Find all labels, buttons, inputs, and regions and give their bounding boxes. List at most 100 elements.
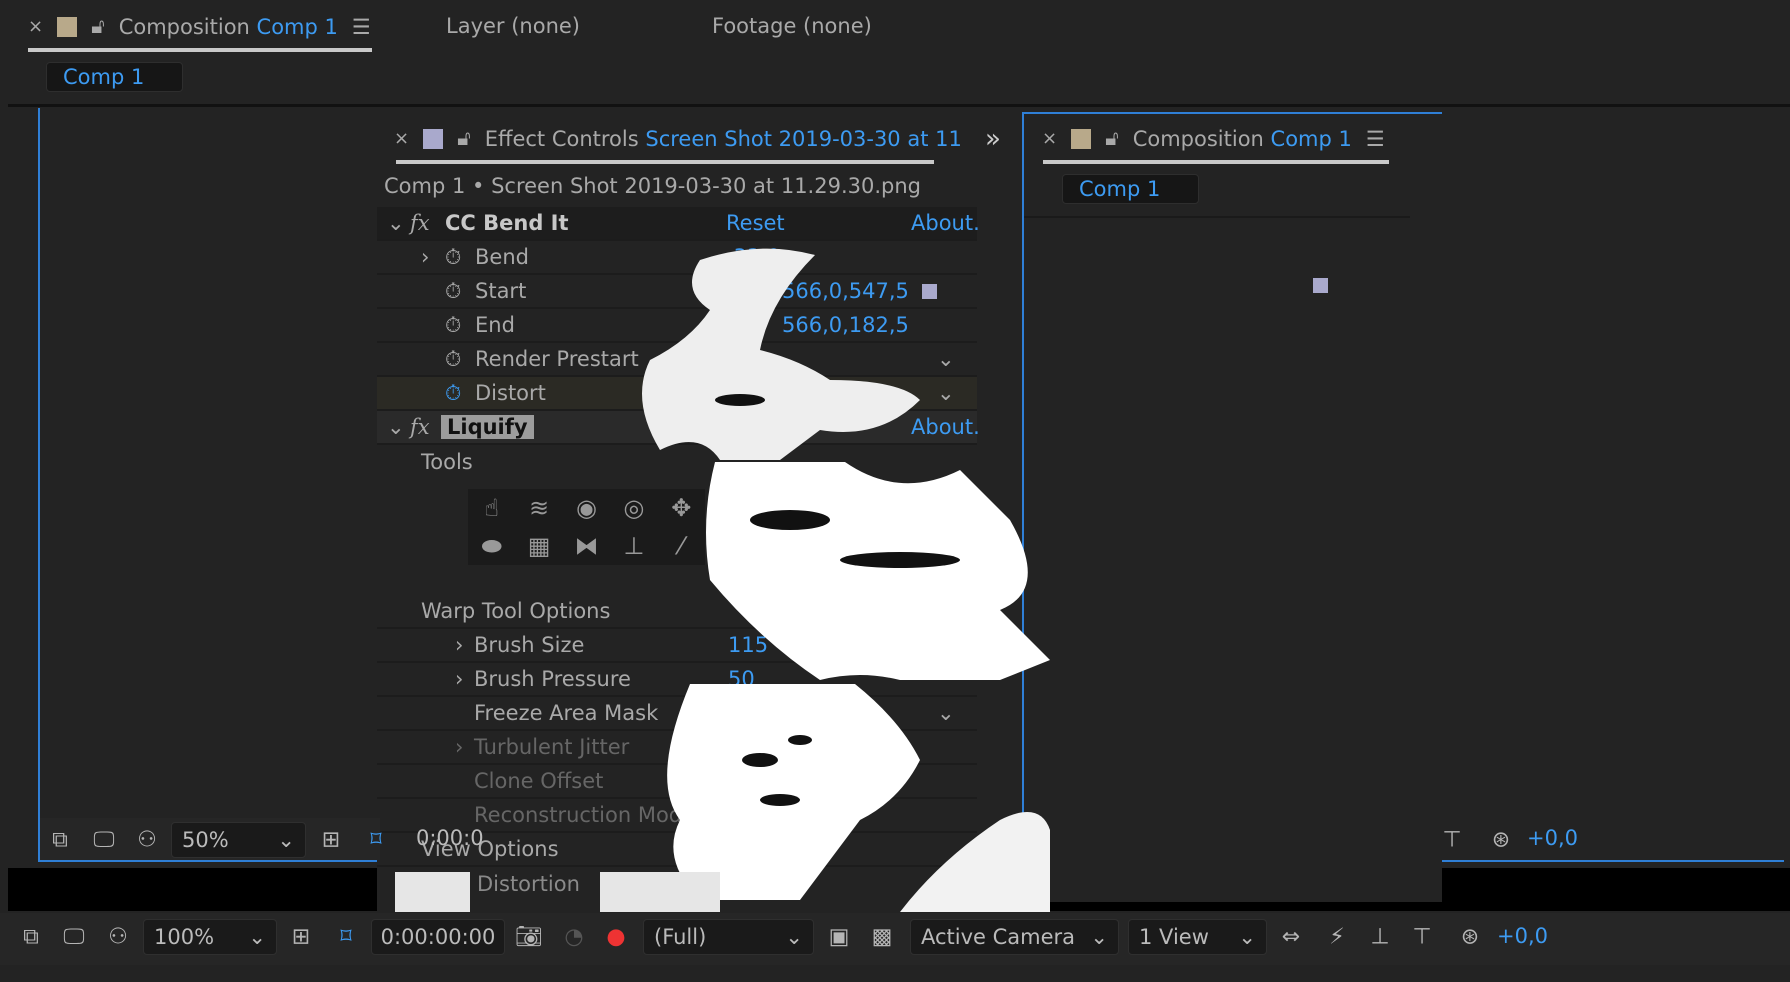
- chevron-down-icon[interactable]: ⌄: [937, 701, 955, 725]
- divider: [8, 104, 1790, 107]
- comp-button[interactable]: Comp 1: [46, 62, 183, 92]
- reset-link[interactable]: Reset: [726, 211, 785, 235]
- stopwatch-icon[interactable]: ⏱: [445, 313, 461, 338]
- chevron-right-icon[interactable]: ›: [421, 245, 429, 269]
- clone-tool-icon[interactable]: ⊥: [623, 532, 644, 560]
- mask-visibility-icon[interactable]: ⚇: [108, 925, 128, 950]
- stopwatch-icon[interactable]: ⏱: [445, 347, 461, 372]
- property-brush-size[interactable]: › Brush Size 115: [377, 629, 977, 663]
- panel-overflow-icon[interactable]: »: [985, 124, 1001, 154]
- property-bend[interactable]: › ⏱ Bend -33.0: [377, 241, 977, 275]
- always-preview-icon[interactable]: ⧉: [23, 925, 39, 950]
- exposure-value[interactable]: +0,0: [1497, 924, 1548, 948]
- property-turbulent-jitter[interactable]: › Turbulent Jitter: [377, 731, 977, 765]
- group-distortion[interactable]: Distortion: [377, 867, 977, 901]
- stopwatch-icon[interactable]: ⏱: [445, 381, 461, 406]
- fx-icon[interactable]: fx: [410, 211, 430, 235]
- twirl-counterclockwise-icon[interactable]: ◎: [623, 494, 644, 522]
- property-start[interactable]: ⏱ Start 566,0,547,5: [377, 275, 977, 309]
- timeline-icon[interactable]: ⊥: [1370, 925, 1389, 950]
- zoom-dropdown[interactable]: 50% ⌄: [171, 822, 306, 858]
- stopwatch-icon[interactable]: ⏱: [445, 245, 461, 270]
- chevron-down-icon[interactable]: ⌄: [387, 211, 405, 235]
- effect-cc-bend-it[interactable]: ⌄ fx CC Bend It Reset About.: [377, 207, 980, 241]
- chevron-down-icon[interactable]: ⌄: [937, 381, 955, 405]
- flowchart-icon[interactable]: ⊤: [1412, 925, 1431, 950]
- fast-preview-icon[interactable]: ▣: [829, 925, 850, 950]
- property-brush-pressure[interactable]: › Brush Pressure 50: [377, 663, 977, 697]
- layer-name: Screen Shot 2019-03-30 at 11: [645, 126, 962, 151]
- grid-guides-icon[interactable]: ⊞: [292, 925, 310, 950]
- about-link[interactable]: About.: [911, 211, 980, 235]
- warp-tool-icon[interactable]: ☝: [484, 494, 499, 522]
- chevron-down-icon: ⌄: [277, 828, 295, 852]
- property-end[interactable]: ⏱ End 566,0,182,5: [377, 309, 977, 343]
- channel-rgb-icon[interactable]: ●: [606, 925, 625, 950]
- timecode[interactable]: 0:00:00:00: [371, 919, 505, 955]
- menu-icon[interactable]: ☰: [1366, 127, 1385, 151]
- snapshot-camera-icon[interactable]: 📷︎: [515, 925, 543, 950]
- chevron-down-icon[interactable]: ⌄: [387, 415, 405, 439]
- reflection-tool-icon[interactable]: ⧓: [574, 532, 598, 560]
- turbulence-tool-icon[interactable]: ≋: [529, 494, 549, 522]
- exposure-icon[interactable]: ⊛: [1492, 828, 1510, 853]
- property-render-prestart[interactable]: ⏱ Render Prestart ⌄: [377, 343, 977, 377]
- chevron-right-icon[interactable]: ›: [455, 633, 463, 657]
- lock-icon[interactable]: 🔓︎: [91, 14, 105, 39]
- exposure-value[interactable]: +0,0: [1527, 826, 1578, 850]
- property-freeze-area-mask[interactable]: Freeze Area Mask ⌄: [377, 697, 977, 731]
- zoom-dropdown[interactable]: 100% ⌄: [143, 919, 277, 955]
- tab-composition-right[interactable]: × 🔓︎ Composition Comp 1 ☰: [1042, 126, 1385, 151]
- shift-pixels-icon[interactable]: ▦: [528, 532, 551, 560]
- monitor-icon[interactable]: 🖵︎: [63, 925, 84, 950]
- comp-button[interactable]: Comp 1: [1062, 174, 1199, 204]
- group-warp-tool-options[interactable]: Warp Tool Options: [377, 595, 977, 629]
- chevron-right-icon[interactable]: ›: [455, 735, 463, 759]
- pucker-tool-icon[interactable]: ✥: [671, 494, 691, 522]
- close-icon[interactable]: ×: [1042, 128, 1057, 149]
- transparency-grid-icon[interactable]: ▩: [872, 925, 893, 950]
- point-marker: [1313, 278, 1328, 293]
- chevron-right-icon[interactable]: ›: [455, 667, 463, 691]
- region-of-interest-icon[interactable]: ⌑: [370, 828, 381, 853]
- about-link[interactable]: About.: [911, 415, 980, 439]
- chevron-down-icon: ⌄: [1090, 925, 1108, 949]
- menu-icon[interactable]: ☰: [352, 15, 371, 39]
- region-of-interest-icon[interactable]: ⌑: [340, 925, 351, 950]
- flowchart-icon[interactable]: ⊤: [1442, 828, 1461, 853]
- camera-dropdown[interactable]: Active Camera ⌄: [910, 919, 1119, 955]
- active-tab-underline: [396, 160, 934, 164]
- resolution-dropdown[interactable]: (Full) ⌄: [643, 919, 814, 955]
- twirl-clockwise-icon[interactable]: ◉: [576, 494, 597, 522]
- property-clone-offset[interactable]: Clone Offset: [377, 765, 977, 799]
- property-distort[interactable]: ⏱ Distort ed ⌄: [377, 377, 977, 411]
- view-layout-dropdown[interactable]: 1 View ⌄: [1128, 919, 1267, 955]
- close-icon[interactable]: ×: [28, 16, 43, 37]
- effect-liquify[interactable]: ⌄ fx Liquify About.: [377, 411, 980, 445]
- fast-draft-icon[interactable]: ⚡: [1329, 925, 1344, 950]
- mask-visibility-icon[interactable]: ⚇: [137, 828, 157, 853]
- tab-layer[interactable]: Layer (none): [446, 14, 580, 38]
- monitor-icon[interactable]: 🖵︎: [93, 828, 114, 853]
- reconstruction-tool-icon[interactable]: ⁄: [679, 532, 683, 560]
- chevron-down-icon[interactable]: ⌄: [937, 347, 955, 371]
- timecode[interactable]: 0:00:0: [416, 826, 484, 850]
- toggle-pixel-aspect-icon[interactable]: ⇔: [1282, 925, 1300, 950]
- divider: [1024, 216, 1410, 218]
- fx-icon[interactable]: fx: [410, 415, 430, 439]
- tab-composition[interactable]: × 🔓︎ Composition Comp 1 ☰: [28, 14, 371, 39]
- close-icon[interactable]: ×: [394, 128, 409, 149]
- tab-footage[interactable]: Footage (none): [712, 14, 872, 38]
- lock-icon[interactable]: 🔓︎: [457, 126, 471, 151]
- lock-icon[interactable]: 🔓︎: [1105, 126, 1119, 151]
- label-color-swatch: [57, 16, 78, 37]
- point-marker: [922, 283, 937, 299]
- tab-effect-controls[interactable]: × 🔓︎ Effect Controls Screen Shot 2019-03…: [394, 126, 962, 151]
- exposure-icon[interactable]: ⊛: [1461, 925, 1479, 950]
- group-tools[interactable]: Tools: [377, 445, 977, 479]
- grid-guides-icon[interactable]: ⊞: [322, 828, 340, 853]
- always-preview-icon[interactable]: ⧉: [52, 828, 68, 853]
- show-snapshot-icon[interactable]: ◔: [564, 925, 583, 950]
- stopwatch-icon[interactable]: ⏱: [445, 279, 461, 304]
- bloat-tool-icon[interactable]: ⬬: [481, 532, 502, 560]
